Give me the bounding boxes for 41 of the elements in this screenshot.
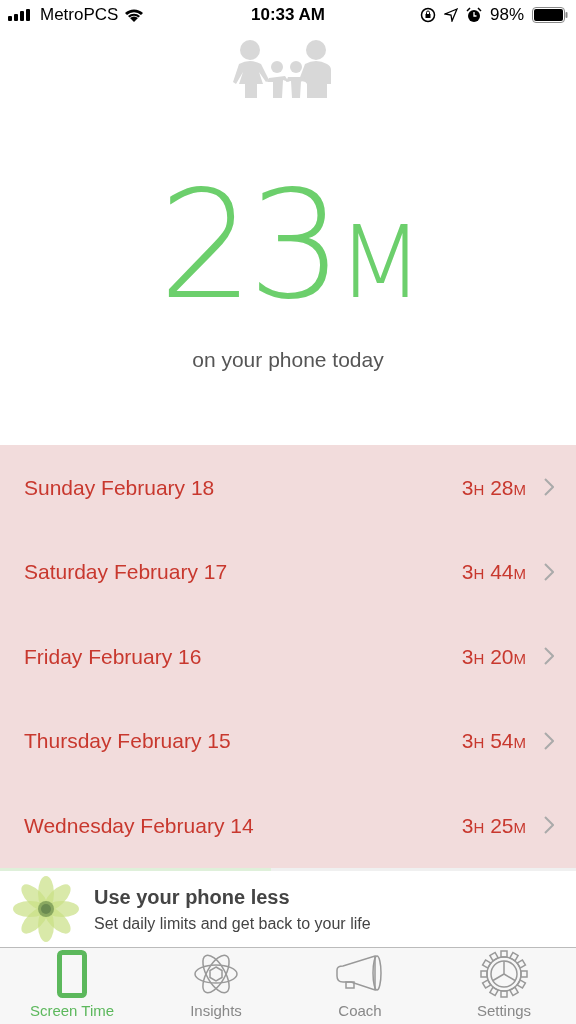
battery-icon [532, 6, 568, 23]
day-row[interactable]: Wednesday February 14 3H 25M [0, 783, 576, 868]
settings-icon [480, 949, 528, 998]
tab[interactable]: Insights [144, 947, 288, 1024]
chevron-icon [544, 647, 554, 666]
day-duration: 3H 54M [461, 728, 526, 754]
day-duration: 3H 44M [461, 559, 526, 585]
tab[interactable]: Coach [288, 947, 432, 1024]
day-label: Friday February 16 [24, 643, 203, 670]
rotation-lock-icon [420, 6, 436, 23]
phone-icon [57, 949, 87, 998]
day-label: Saturday February 17 [24, 559, 229, 585]
today-caption: on your phone today [192, 346, 384, 373]
day-label: Wednesday February 14 [24, 812, 255, 839]
battery-percent: 98% [490, 4, 524, 26]
screen-time-total: 23M [158, 169, 418, 320]
chevron-icon [544, 731, 554, 750]
flower-icon [12, 874, 80, 943]
day-row[interactable]: Saturday February 17 3H 44M [0, 529, 576, 614]
clock-time: 10:33 AM [251, 4, 325, 26]
megaphone-icon [335, 953, 385, 994]
chevron-icon [544, 562, 554, 581]
tab[interactable]: Settings [432, 947, 576, 1024]
day-row[interactable]: Sunday February 18 3H 28M [0, 445, 576, 530]
banner-subtitle: Set daily limits and get back to your life [94, 913, 371, 934]
promo-banner[interactable]: Use your phone less Set daily limits and get back to your life [0, 871, 576, 948]
day-label: Sunday February 18 [24, 474, 216, 501]
tab[interactable]: Screen Time [0, 947, 144, 1024]
carrier-name: MetroPCS [40, 4, 119, 26]
day-duration: 3H 25M [461, 812, 526, 839]
chevron-icon [544, 816, 554, 835]
alarm-icon [466, 6, 482, 23]
day-label: Thursday February 15 [24, 728, 232, 754]
day-row[interactable]: Thursday February 15 3H 54M [0, 698, 576, 783]
chevron-icon [544, 478, 554, 497]
day-duration: 3H 28M [461, 474, 526, 501]
day-duration: 3H 20M [461, 643, 526, 670]
wifi-icon [124, 7, 145, 23]
location-icon [444, 7, 458, 22]
banner-title: Use your phone less [94, 884, 291, 910]
day-row[interactable]: Friday February 16 3H 20M [0, 614, 576, 699]
